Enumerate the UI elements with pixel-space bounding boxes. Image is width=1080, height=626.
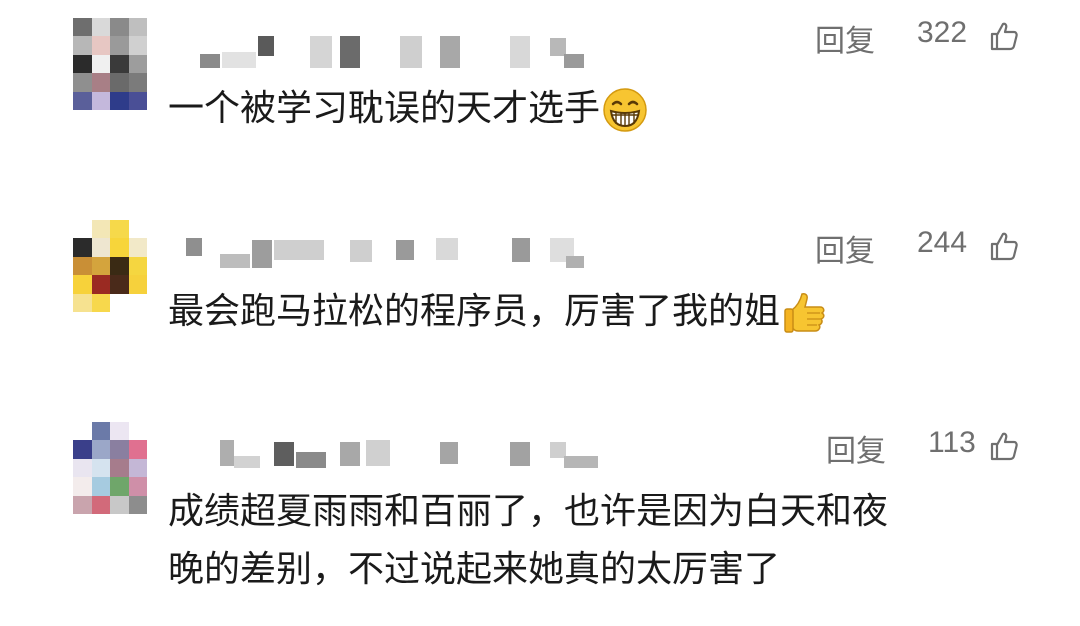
reply-button[interactable]: 回复 bbox=[815, 16, 875, 60]
username-blurred[interactable] bbox=[200, 422, 620, 468]
comment-text: 最会跑马拉松的程序员，厉害了我的姐 bbox=[168, 283, 828, 341]
reply-button[interactable]: 回复 bbox=[826, 426, 886, 470]
comment-text-line-1: 成绩超夏雨雨和百丽了，也许是因为白天和夜 bbox=[168, 491, 889, 532]
like-count: 113 bbox=[928, 426, 976, 459]
comment-text-content: 一个被学习耽误的天才选手 bbox=[168, 88, 601, 129]
thumbs-up-icon[interactable] bbox=[988, 430, 1020, 462]
comment-text: 一个被学习耽误的天才选手 bbox=[168, 80, 648, 138]
thumbs-up-emoji-icon bbox=[784, 293, 825, 333]
comment-text-content: 最会跑马拉松的程序员，厉害了我的姐 bbox=[168, 291, 781, 332]
avatar[interactable] bbox=[73, 220, 147, 312]
avatar[interactable] bbox=[73, 422, 147, 514]
thumbs-up-icon[interactable] bbox=[988, 20, 1020, 52]
like-count: 322 bbox=[917, 16, 968, 49]
comment-text-line-2: 晚的差别，不过说起来她真的太厉害了 bbox=[168, 549, 781, 590]
grinning-face-emoji-icon bbox=[603, 88, 647, 132]
thumbs-up-icon[interactable] bbox=[988, 230, 1020, 262]
username-blurred[interactable] bbox=[200, 18, 620, 68]
username-blurred[interactable] bbox=[186, 220, 620, 268]
avatar[interactable] bbox=[73, 18, 147, 110]
like-count: 244 bbox=[917, 226, 968, 259]
comment-text: 成绩超夏雨雨和百丽了，也许是因为白天和夜 晚的差别，不过说起来她真的太厉害了 bbox=[168, 483, 888, 599]
reply-button[interactable]: 回复 bbox=[815, 226, 875, 270]
